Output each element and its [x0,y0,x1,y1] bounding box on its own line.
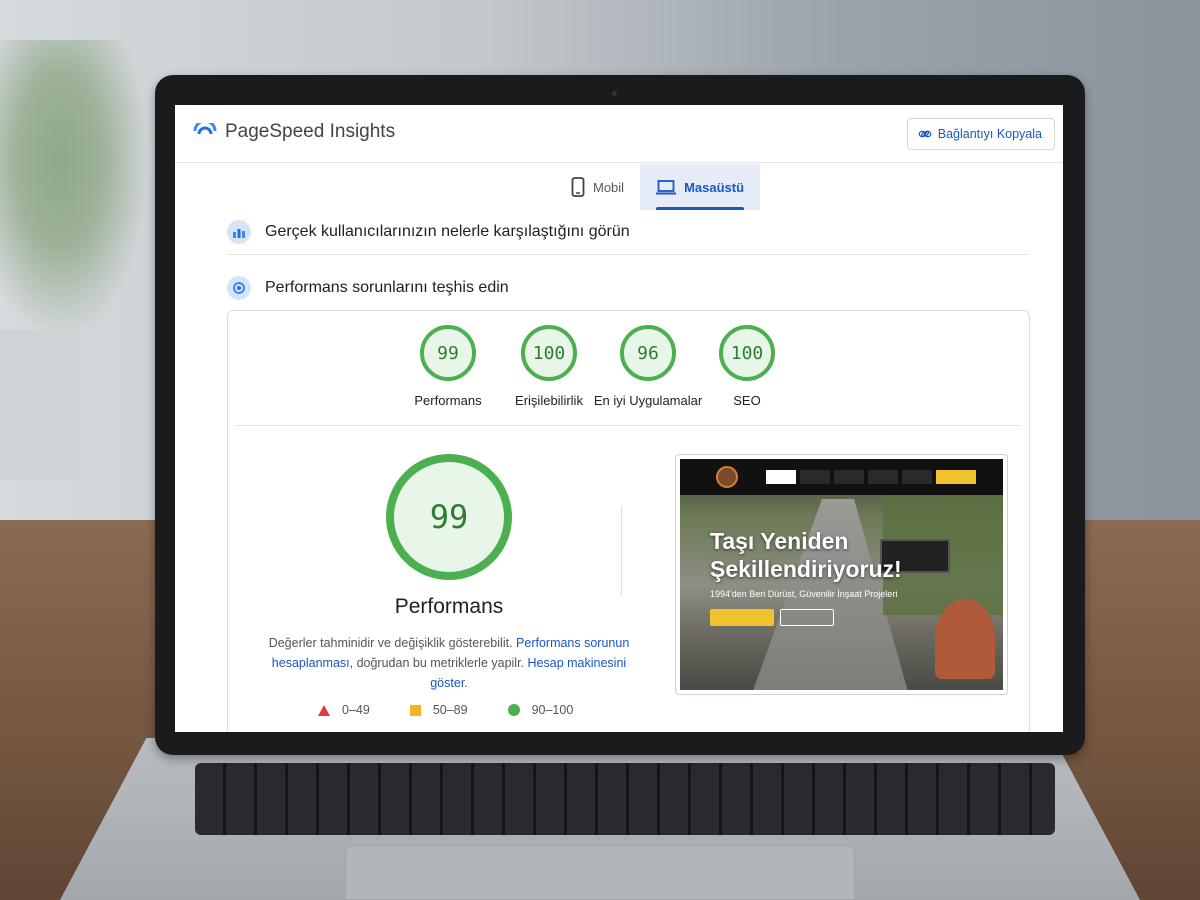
background-pot [0,330,80,480]
browser-screen: PageSpeed Insights Bağlantıyı Kopyala Mo… [175,105,1063,732]
desc-text: Değerler tahminidir ve değişiklik göster… [268,636,513,650]
site-menu-item [834,470,864,484]
site-menu-item [902,470,932,484]
rock-image [935,599,995,679]
site-subline: 1994'den Beri Dürüst, Güvenilir İnşaat P… [710,589,898,599]
site-logo [716,466,738,488]
webcam [612,91,617,96]
device-tabs: Mobil Masaüstü [555,164,761,210]
site-primary-button [710,609,774,626]
site-secondary-button [780,609,834,626]
copy-link-label: Bağlantıyı Kopyala [937,127,1042,141]
gauge-accessibility-label: Erişilebilirlik [515,393,583,408]
site-headline: Taşı Yeniden Şekillendiriyoruz! [710,527,902,583]
triangle-icon [318,704,330,716]
legend-average: 50–89 [409,703,468,717]
tab-mobile-label: Mobil [593,179,625,195]
performance-title: Performans [394,595,504,618]
app-title: PageSpeed Insights [225,121,396,142]
background-plant [0,40,150,340]
legend-good: 90–100 [507,703,574,717]
link-icon [918,130,932,138]
copy-link-button[interactable]: Bağlantıyı Kopyala [906,118,1055,150]
site-menu [766,470,976,484]
site-menu-item [800,470,830,484]
desc-text-2: , doğrudan bu metriklerle yapilr. [349,656,525,670]
lighthouse-report: 99 Performans 100 Erişilebilirlik 96 En … [227,310,1030,732]
site-navbar [680,459,1003,495]
square-icon [409,704,421,716]
gauge-performance-score: 99 [420,325,476,381]
gauge-seo-label: SEO [733,393,761,408]
site-menu-item [868,470,898,484]
circle-icon [507,704,520,716]
gauge-best-practices-score: 96 [620,325,676,381]
top-bar: PageSpeed Insights Bağlantıyı Kopyala [175,105,1063,163]
pagespeed-logo-icon [193,123,217,135]
tab-mobile[interactable]: Mobil [555,164,640,210]
gauge-performance-label: Performans [414,393,482,408]
gauge-accessibility-score: 100 [521,325,577,381]
diagnose-section[interactable]: Performans sorunlarını teşhis edin [227,265,1029,311]
legend-average-range: 50–89 [432,703,468,717]
performance-description: Değerler tahminidir ve değişiklik göster… [268,633,630,693]
tab-desktop-label: Masaüstü [684,179,745,195]
legend-poor-range: 0–49 [342,703,370,717]
gauge-seo[interactable]: 100 SEO [687,325,807,408]
gauges-divider [236,425,1021,426]
page-screenshot[interactable]: Taşı Yeniden Şekillendiriyoruz! 1994'den… [675,454,1008,695]
users-chart-icon [227,219,251,244]
lighthouse-icon [227,276,251,300]
site-headline-line2: Şekillendiriyoruz! [710,556,902,582]
vertical-divider [621,506,622,596]
phone-icon [571,177,585,197]
diagnose-title: Performans sorunlarını teşhis edin [265,279,509,296]
laptop-trackpad [345,845,855,900]
laptop-keyboard [195,763,1055,835]
site-menu-home [766,470,796,484]
tab-desktop[interactable]: Masaüstü [640,164,761,210]
gauge-best-practices-label: En iyi Uygulamalar [593,393,703,408]
legend-good-range: 90–100 [531,703,574,717]
score-gauges: 99 Performans 100 Erişilebilirlik 96 En … [228,325,1029,425]
performance-big-gauge: 99 [386,454,512,580]
real-users-section[interactable]: Gerçek kullanıcılarınızın nelerle karşıl… [227,209,1029,255]
site-headline-line1: Taşı Yeniden [710,528,849,554]
score-legend: 0–49 50–89 90–100 [318,703,573,717]
laptop-icon [656,180,677,195]
legend-poor: 0–49 [318,703,370,717]
page-screenshot-image: Taşı Yeniden Şekillendiriyoruz! 1994'den… [680,459,1003,690]
real-users-title: Gerçek kullanıcılarınızın nelerle karşıl… [265,222,630,240]
gauge-seo-score: 100 [719,325,775,381]
site-menu-cta [936,470,976,484]
